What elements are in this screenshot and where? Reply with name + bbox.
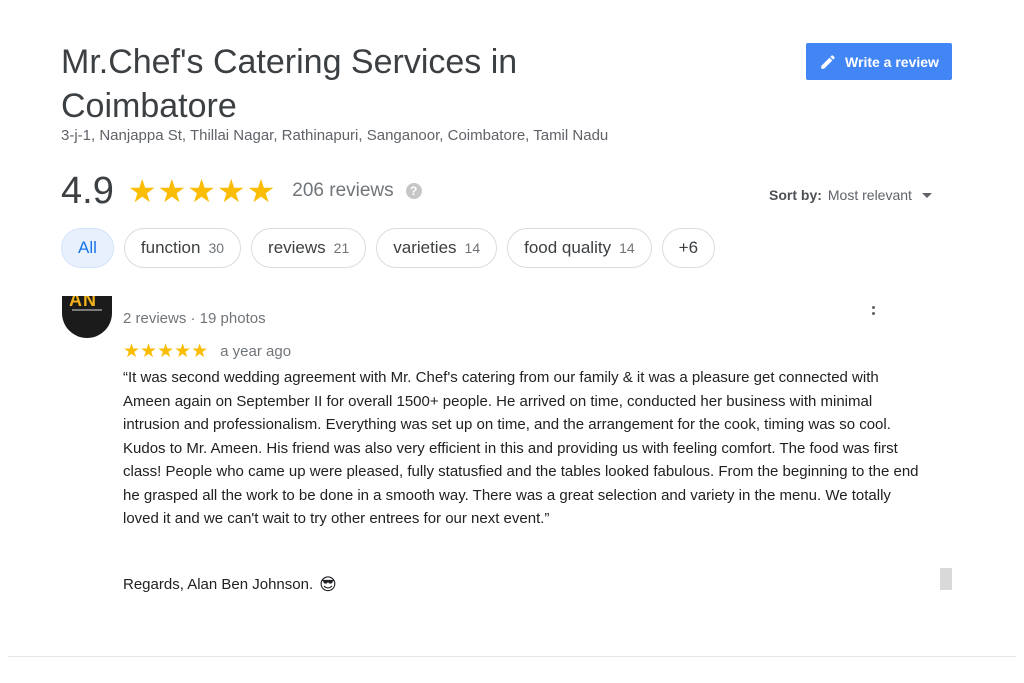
- review-count: 206 reviews: [292, 180, 394, 201]
- more-dot: [871, 311, 875, 315]
- business-title: Mr.Chef's Catering Services in Coimbator…: [61, 43, 518, 125]
- review-stars: ★★★★★: [123, 341, 209, 362]
- chip-label: food quality: [524, 238, 612, 257]
- reviewer-meta[interactable]: 2 reviews · 19 photos: [123, 310, 266, 327]
- review-signature: Regards, Alan Ben Johnson.: [123, 576, 314, 593]
- review-rating-row: ★★★★★ a year ago: [123, 340, 291, 363]
- rating-value: 4.9: [61, 169, 114, 212]
- chip-label: varieties: [393, 238, 457, 257]
- filter-chip-function[interactable]: function 30: [123, 228, 242, 268]
- scrollbar-thumb[interactable]: [940, 568, 952, 590]
- sunglasses-emoji-icon: 😎: [319, 575, 337, 594]
- review-text: “It was second wedding agreement with Mr…: [123, 369, 919, 527]
- reviews-page: Mr.Chef's Catering Services in Coimbator…: [0, 0, 1024, 683]
- more-vert-icon[interactable]: [868, 301, 878, 319]
- filter-chip-all[interactable]: All: [61, 228, 114, 268]
- write-review-label: Write a review: [845, 53, 939, 70]
- sort-value: Most relevant: [827, 187, 912, 203]
- chip-count: 21: [333, 240, 350, 256]
- chevron-down-icon: [921, 192, 932, 198]
- review-time: a year ago: [220, 343, 292, 360]
- sort-dropdown[interactable]: Sort by: Most relevant: [769, 187, 932, 203]
- rating-stars: ★★★★★: [127, 173, 277, 209]
- chip-count: 30: [208, 240, 225, 256]
- avatar[interactable]: AN: [62, 296, 112, 338]
- chip-label: function: [140, 238, 201, 257]
- chip-label: reviews: [268, 238, 326, 257]
- chip-label: +6: [678, 238, 699, 257]
- sort-label: Sort by:: [769, 187, 822, 203]
- help-icon[interactable]: ?: [405, 183, 422, 199]
- avatar-detail: [72, 309, 102, 311]
- write-review-button[interactable]: Write a review: [806, 43, 952, 80]
- chip-label: All: [78, 238, 97, 257]
- business-address: 3-j-1, Nanjappa St, Thillai Nagar, Rathi…: [61, 127, 609, 144]
- divider: [8, 656, 1016, 657]
- filter-chip-more[interactable]: +6: [661, 228, 716, 268]
- more-dot: [871, 305, 875, 309]
- filter-chip-varieties[interactable]: varieties 14: [376, 228, 498, 268]
- pencil-icon: [821, 54, 835, 69]
- review-signature-line: Regards, Alan Ben Johnson. 😎: [123, 576, 337, 593]
- chip-count: 14: [464, 240, 481, 256]
- filter-chips: All function 30 reviews 21 varieties 14 …: [61, 228, 716, 268]
- filter-chip-reviews[interactable]: reviews 21: [251, 228, 367, 268]
- rating-summary: 4.9 ★★★★★ 206 reviews ?: [61, 166, 422, 216]
- chip-count: 14: [619, 240, 635, 256]
- filter-chip-food-quality[interactable]: food quality 14: [507, 228, 652, 268]
